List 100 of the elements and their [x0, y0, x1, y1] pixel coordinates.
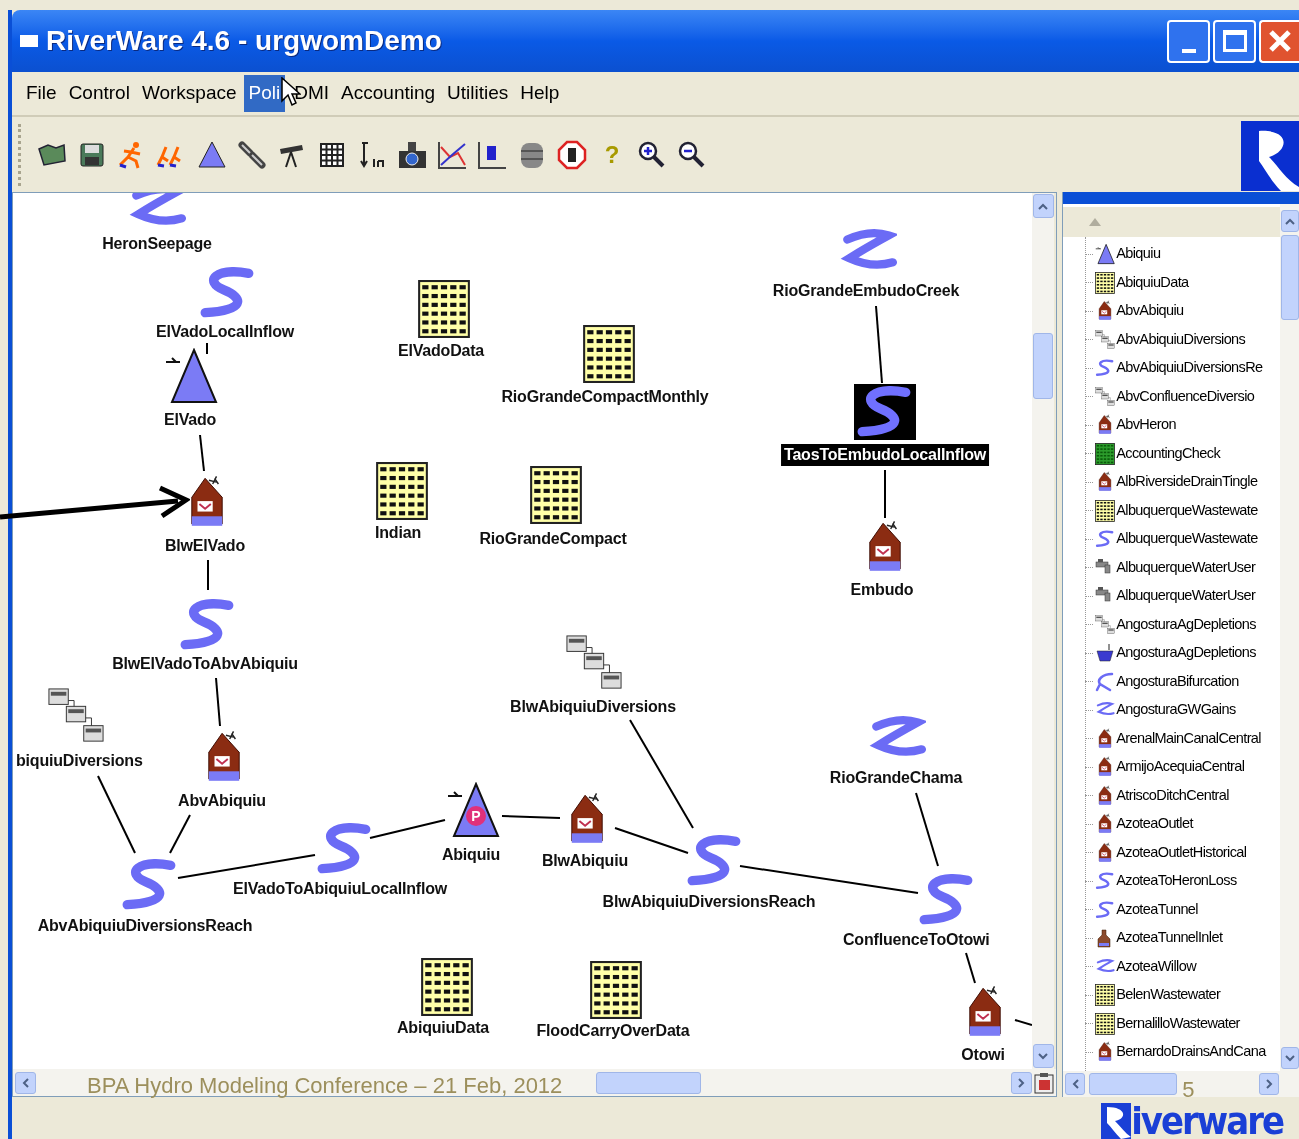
node-label[interactable]: Embudo	[850, 579, 914, 601]
table-icon[interactable]	[590, 961, 642, 1019]
scroll-right-button[interactable]	[1011, 1071, 1033, 1094]
menu-item[interactable]: File	[21, 75, 62, 112]
list-item[interactable]: AzoteaOutlet	[1116, 813, 1193, 836]
node-label[interactable]: FloodCarryOverData	[536, 1020, 690, 1042]
fork-icon[interactable]	[1095, 670, 1116, 693]
list-item[interactable]: AngosturaAgDepletions	[1116, 613, 1256, 636]
reach-icon[interactable]	[1095, 898, 1116, 921]
scroll-thumb[interactable]	[1089, 1073, 1178, 1095]
node-label[interactable]: TaosToEmbudoLocalInflow	[781, 444, 989, 466]
node-label[interactable]: biquiuDiversions	[16, 750, 143, 772]
menu-item[interactable]: Utilities	[442, 75, 514, 112]
node-label[interactable]: RioGrandeCompact	[479, 528, 627, 550]
menu-item[interactable]: Help	[515, 75, 565, 112]
node-label[interactable]: AbiquiuData	[397, 1017, 489, 1039]
list-item[interactable]: AzoteaOutletHistorical	[1116, 841, 1247, 864]
table-icon[interactable]	[583, 325, 635, 383]
diversion-icon[interactable]	[565, 634, 623, 692]
scroll-down-button[interactable]	[1280, 1047, 1299, 1069]
diversion-icon[interactable]	[1095, 328, 1116, 351]
table-icon[interactable]	[421, 958, 473, 1016]
list-item[interactable]: BernardoDrainsAndCana	[1116, 1041, 1266, 1064]
list-item[interactable]: AccountingCheck	[1116, 442, 1221, 465]
table-icon[interactable]	[1095, 499, 1116, 522]
node-label[interactable]: ElVadoToAbiquiuLocalInflow	[232, 878, 448, 900]
menu-item[interactable]: Control	[63, 75, 135, 112]
list-item[interactable]: AngosturaGWGains	[1116, 699, 1236, 722]
table-icon[interactable]	[1095, 442, 1116, 465]
list-item[interactable]: AzoteaWillow	[1116, 955, 1197, 978]
list-item[interactable]: Abiquiu	[1116, 243, 1161, 266]
node-label[interactable]: ElVado	[163, 409, 217, 431]
node-label[interactable]: BlwAbiquiu	[542, 850, 628, 872]
list-item[interactable]: ArmijoAcequiaCentral	[1116, 756, 1245, 779]
list-item[interactable]: AbiquiuData	[1116, 271, 1189, 294]
scroll-down-button[interactable]	[1032, 1044, 1054, 1068]
clipboard-icon[interactable]	[1034, 1071, 1055, 1094]
maximize-button[interactable]	[1213, 19, 1256, 63]
scroll-left-button[interactable]	[15, 1071, 36, 1094]
list-item[interactable]: AlbuquerqueWastewate	[1116, 499, 1258, 522]
node-label[interactable]: Abiquiu	[441, 844, 501, 866]
menu-item[interactable]: Accounting	[336, 75, 441, 112]
list-item[interactable]: AlbuquerqueWastewate	[1116, 528, 1258, 551]
menu-item[interactable]: Poli	[243, 75, 286, 112]
list-item[interactable]: AlbRiversideDrainTingle	[1116, 471, 1258, 494]
list-item[interactable]: AtriscoDitchCentral	[1116, 784, 1229, 807]
menu-item[interactable]: Workspace	[136, 75, 242, 112]
list-item[interactable]: BernalilloWastewater	[1116, 1012, 1240, 1035]
reservoir-icon[interactable]	[1095, 243, 1116, 266]
scroll-left-button[interactable]	[1065, 1073, 1086, 1095]
node-label[interactable]: BlwAbiquiuDiversionsReach	[602, 891, 816, 913]
node-label[interactable]: RioGrandeChama	[829, 767, 963, 789]
table-icon[interactable]	[1095, 271, 1116, 294]
node-label[interactable]: AbvAbiquiuDiversionsReach	[37, 915, 253, 937]
node-label[interactable]: Otowi	[961, 1044, 1005, 1066]
vertical-scrollbar[interactable]	[1280, 204, 1299, 1071]
reservoir-icon[interactable]	[164, 348, 218, 404]
list-item[interactable]: AbvConfluenceDiversio	[1116, 385, 1255, 408]
list-item[interactable]: AzoteaTunnelInlet	[1116, 927, 1223, 950]
node-label[interactable]: Indian	[375, 522, 421, 544]
list-item[interactable]: AbvAbiquiuDiversionsRe	[1116, 357, 1263, 380]
list-item[interactable]: AngosturaBifurcation	[1116, 670, 1239, 693]
scroll-up-button[interactable]	[1032, 194, 1054, 218]
list-item[interactable]: AngosturaAgDepletions	[1116, 642, 1256, 665]
list-item[interactable]: BelenWastewater	[1116, 984, 1221, 1007]
scroll-right-button[interactable]	[1259, 1073, 1279, 1095]
node-label[interactable]: ElVadoLocalInflow	[156, 321, 294, 343]
node-label[interactable]: ElVadoData	[398, 340, 484, 362]
node-label[interactable]: RioGrandeEmbudoCreek	[772, 280, 960, 302]
table-icon[interactable]	[418, 280, 470, 338]
table-icon[interactable]	[530, 466, 582, 524]
node-label[interactable]: AbvAbiquiu	[178, 790, 266, 812]
node-label[interactable]: BlwElVadoToAbvAbiquiu	[112, 653, 298, 675]
list-item[interactable]: AzoteaToHeronLoss	[1116, 870, 1237, 893]
stop-icon[interactable]	[556, 138, 588, 171]
toolbar-grip[interactable]	[18, 123, 22, 186]
list-item[interactable]: AlbuquerqueWaterUser	[1116, 585, 1256, 608]
close-button[interactable]	[1259, 19, 1299, 63]
node-label[interactable]: HeronSeepage	[102, 233, 212, 255]
diversion-icon[interactable]	[47, 687, 105, 745]
node-label[interactable]: ConfluenceToOtowi	[843, 929, 990, 951]
scroll-thumb[interactable]	[596, 1071, 701, 1094]
list-item[interactable]: AbvAbiquiu	[1116, 300, 1184, 323]
list-item[interactable]: AbvAbiquiuDiversions	[1116, 328, 1246, 351]
list-item[interactable]: AzoteaTunnel	[1116, 898, 1198, 921]
list-item[interactable]: AlbuquerqueWaterUser	[1116, 556, 1256, 579]
table-icon[interactable]	[1095, 1012, 1116, 1035]
node-label[interactable]: RioGrandeCompactMonthly	[501, 386, 709, 408]
table-icon[interactable]	[376, 462, 428, 520]
diversion-icon[interactable]	[1095, 613, 1116, 636]
diversion-icon[interactable]	[1095, 385, 1116, 408]
scroll-up-button[interactable]	[1280, 210, 1299, 232]
node-label[interactable]: BlwAbiquiuDiversions	[510, 696, 676, 718]
bowl-icon[interactable]	[1095, 642, 1116, 665]
scroll-thumb[interactable]	[1280, 235, 1299, 320]
workspace-canvas[interactable]	[13, 193, 1032, 1069]
table-icon[interactable]	[1095, 984, 1116, 1007]
node-label[interactable]: BlwElVado	[165, 535, 245, 557]
chain-icon[interactable]	[236, 138, 268, 171]
vertical-scrollbar[interactable]	[1032, 193, 1054, 1069]
